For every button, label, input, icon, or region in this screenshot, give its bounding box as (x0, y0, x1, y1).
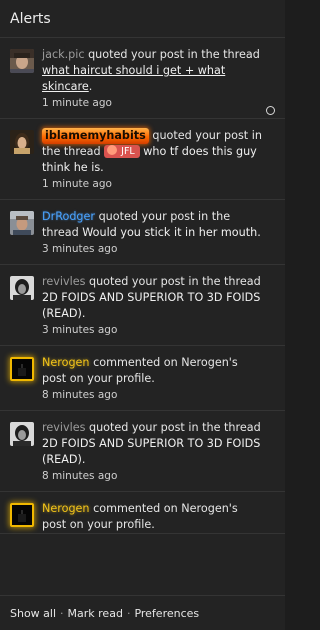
alert-item[interactable]: DrRodger quoted your post in the thread … (0, 200, 285, 265)
alert-item[interactable]: Nerogen commented on Nerogen's post on y… (0, 346, 285, 411)
footer-separator: · (126, 606, 131, 620)
alert-content: revivles quoted your post in the thread … (42, 420, 275, 491)
username[interactable]: Nerogen (42, 502, 90, 515)
username[interactable]: revivles (42, 275, 85, 288)
preferences-link[interactable]: Preferences (134, 607, 199, 620)
avatar[interactable] (10, 49, 34, 73)
prefix-label: JFL (121, 146, 135, 157)
alerts-footer: Show all · Mark read · Preferences (0, 595, 285, 630)
avatar[interactable] (10, 130, 34, 154)
alert-content: Nerogen commented on Nerogen's post on y… (42, 501, 275, 533)
alert-content: revivles quoted your post in the thread … (42, 274, 275, 345)
alert-content: Nerogen commented on Nerogen's post on y… (42, 355, 275, 410)
alert-action: quoted your post in the thread (88, 275, 261, 288)
thread-title[interactable]: 2D FOIDS AND SUPERIOR TO 3D FOIDS (READ)… (42, 291, 260, 320)
username[interactable]: Nerogen (42, 356, 90, 369)
alerts-panel: Alerts jack.pic quoted your post in the … (0, 0, 285, 630)
thread-title[interactable]: 2D FOIDS AND SUPERIOR TO 3D FOIDS (READ)… (42, 437, 260, 466)
alert-content: iblamemyhabits quoted your post in the t… (42, 128, 275, 199)
username[interactable]: jack.pic (42, 48, 85, 61)
avatar[interactable] (10, 422, 34, 446)
alert-item[interactable]: iblamemyhabits quoted your post in the t… (0, 119, 285, 200)
alert-time: 3 minutes ago (42, 324, 118, 336)
alert-action: quoted your post in the thread (88, 48, 260, 61)
alert-time: 1 minute ago (42, 178, 112, 190)
alerts-header: Alerts (0, 0, 285, 38)
avatar[interactable] (10, 276, 34, 300)
show-all-link[interactable]: Show all (10, 607, 56, 620)
alerts-list: jack.pic quoted your post in the thread … (0, 38, 285, 595)
alert-item[interactable]: Nerogen commented on Nerogen's post on y… (0, 492, 285, 534)
username[interactable]: DrRodger (42, 210, 95, 223)
thread-link[interactable]: what haircut should i get + what skincar… (42, 64, 225, 93)
footer-separator: · (60, 606, 64, 620)
alert-time: 8 minutes ago (42, 389, 118, 401)
thread-prefix-badge[interactable]: JFL (104, 145, 140, 158)
alert-action: quoted your post in the thread (88, 421, 261, 434)
avatar[interactable] (10, 211, 34, 235)
username[interactable]: revivles (42, 421, 85, 434)
alerts-title: Alerts (10, 10, 51, 27)
alert-content: jack.pic quoted your post in the thread … (42, 47, 275, 118)
mark-read-toggle[interactable] (266, 106, 275, 115)
alert-time: 3 minutes ago (42, 243, 118, 255)
avatar[interactable] (10, 357, 34, 381)
alert-item[interactable]: revivles quoted your post in the thread … (0, 411, 285, 492)
thread-title[interactable]: Would you stick it in her mouth. (82, 226, 261, 239)
username[interactable]: iblamemyhabits (42, 128, 149, 144)
mark-read-link[interactable]: Mark read (68, 607, 123, 620)
alert-item[interactable]: jack.pic quoted your post in the thread … (0, 38, 285, 119)
thread-suffix: . (88, 80, 93, 93)
prefix-icon (107, 145, 118, 155)
alert-time: 8 minutes ago (42, 470, 118, 482)
alert-content: DrRodger quoted your post in the thread … (42, 209, 275, 264)
alert-time: 1 minute ago (42, 97, 112, 109)
avatar[interactable] (10, 503, 34, 527)
alert-item[interactable]: revivles quoted your post in the thread … (0, 265, 285, 346)
